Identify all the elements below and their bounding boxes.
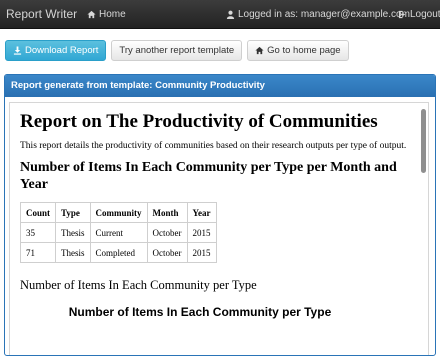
table-cell: 35	[19, 222, 57, 243]
table-row: 35 Thesis Current October 2015	[19, 222, 217, 243]
table-cell: Current	[89, 222, 148, 243]
column-header: Type	[55, 202, 91, 223]
table-cell: 2015	[186, 242, 217, 263]
column-header: Count	[19, 202, 57, 223]
download-icon	[13, 46, 22, 55]
table-cell: October	[146, 222, 188, 243]
table-cell: October	[146, 242, 188, 263]
user-icon	[226, 10, 235, 19]
column-header: Year	[186, 202, 217, 223]
table-cell: 71	[19, 242, 57, 263]
logged-in-label: Logged in as: manager@example.com	[238, 9, 410, 20]
section-heading-type: Number of Items In Each Community per Ty…	[20, 278, 257, 292]
chart-title: Number of Items In Each Community per Ty…	[68, 305, 332, 319]
top-navbar: Report Writer Home Logged in as: manager…	[0, 0, 440, 29]
go-home-button[interactable]: Go to home page	[247, 40, 349, 61]
report-intro: This report details the productivity of …	[20, 141, 407, 151]
report-document: Report on The Productivity of Communitie…	[19, 111, 415, 319]
report-actions: Download Report Try another report templ…	[5, 40, 349, 61]
download-report-button[interactable]: Download Report	[5, 40, 107, 61]
logout-link[interactable]: Logout	[398, 9, 440, 20]
brand-link[interactable]: Report Writer	[6, 7, 77, 21]
scrollbar-thumb[interactable]	[421, 109, 426, 173]
table-cell: Thesis	[55, 222, 91, 243]
table-cell: 2015	[186, 222, 217, 243]
section-heading-month-year: Number of Items In Each Community per Ty…	[20, 160, 397, 192]
table-cell: Completed	[89, 242, 148, 263]
home-icon	[255, 46, 264, 55]
home-label: Home	[99, 9, 126, 20]
report-title: Report on The Productivity of Communitie…	[20, 111, 378, 132]
panel-heading: Report generate from template: Community…	[5, 75, 435, 97]
logout-label: Logout	[410, 9, 440, 20]
items-table: Count Type Community Month Year 35 Thesi…	[19, 202, 217, 263]
column-header: Month	[146, 202, 188, 223]
home-link[interactable]: Home	[87, 9, 126, 20]
column-header: Community	[89, 202, 148, 223]
home-icon	[87, 10, 96, 19]
go-home-label: Go to home page	[267, 45, 341, 56]
report-preview-frame[interactable]: Report on The Productivity of Communitie…	[9, 102, 429, 355]
try-another-template-button[interactable]: Try another report template	[111, 40, 243, 61]
table-row: 71 Thesis Completed October 2015	[19, 242, 217, 263]
table-header-row: Count Type Community Month Year	[19, 202, 217, 223]
report-panel: Report generate from template: Community…	[4, 74, 436, 356]
logged-in-status[interactable]: Logged in as: manager@example.com	[226, 9, 410, 20]
table-cell: Thesis	[55, 242, 91, 263]
download-report-label: Download Report	[25, 45, 99, 56]
logout-icon	[398, 10, 406, 19]
